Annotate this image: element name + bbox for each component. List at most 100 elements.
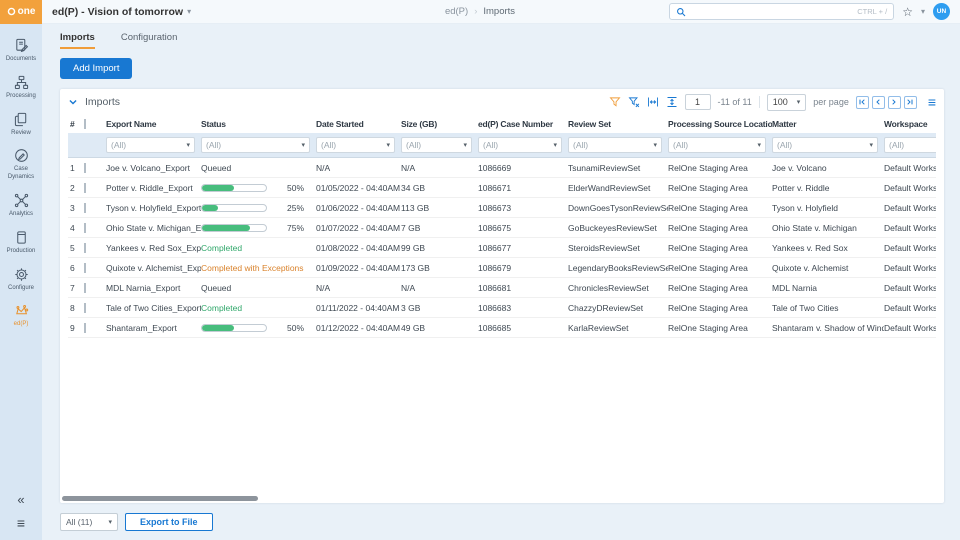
filter-value: (All) [889, 140, 905, 150]
row-checkbox[interactable] [84, 162, 86, 173]
row-checkbox[interactable] [84, 222, 86, 233]
cell-cb [84, 162, 106, 173]
cell-matter: Potter v. Riddle [772, 182, 830, 193]
filter-source[interactable]: (All) ▾ [668, 137, 766, 153]
first-page-button[interactable] [855, 95, 869, 109]
column-header-review-set[interactable]: Review Set [568, 119, 668, 129]
sidebar-item-review[interactable]: Review [0, 106, 42, 143]
cell-status: Completed with Exceptions [201, 263, 316, 273]
sidebar-item-case-dynamics[interactable]: Case Dynamics [0, 142, 42, 187]
sidebar-collapse-icon[interactable]: « [17, 493, 24, 506]
cell-case: 1086685 [478, 322, 512, 333]
page-number-input[interactable] [684, 94, 711, 110]
workspace-title-chevron-icon[interactable]: ▾ [187, 7, 191, 16]
fit-height-button[interactable] [666, 96, 678, 108]
breadcrumb: ed(P) › Imports [445, 6, 515, 17]
filter-matter[interactable]: (All) ▾ [772, 137, 878, 153]
panel-collapse-chevron-icon[interactable] [68, 97, 78, 107]
sidebar-item-analytics[interactable]: Analytics [0, 187, 42, 224]
sidebar-item-production[interactable]: Production [0, 224, 42, 261]
app-shell: Documents Processing Review Case Dynamics An… [0, 24, 960, 540]
global-search[interactable]: CTRL + / [669, 3, 895, 20]
favorites-star-icon[interactable]: ☆ [902, 6, 913, 18]
sidebar-item-documents[interactable]: Documents [0, 32, 42, 69]
sidebar-menu-icon[interactable]: ≡ [17, 516, 25, 530]
cell-status: 50% [201, 323, 316, 333]
status-text: Completed [201, 242, 243, 253]
sidebar-item-ed-p[interactable]: ed(P) [0, 297, 42, 334]
select-all-checkbox[interactable] [84, 119, 86, 129]
tab-configuration[interactable]: Configuration [121, 32, 178, 49]
column-header-ed-p-case-number[interactable]: ed(P) Case Number [478, 119, 568, 129]
column-header-export-name[interactable]: Export Name [106, 119, 201, 129]
clear-filter-icon [628, 97, 639, 108]
fit-width-button[interactable] [647, 96, 659, 108]
user-avatar[interactable]: UN [933, 3, 950, 20]
row-checkbox[interactable] [84, 262, 86, 273]
row-checkbox[interactable] [84, 202, 86, 213]
cell-case: 1086675 [478, 222, 512, 233]
cell-name: Tyson v. Holyfield_Export [106, 202, 201, 213]
column-header-processing-source-location[interactable]: Processing Source Location [668, 119, 772, 129]
export-to-file-button[interactable]: Export to File [125, 513, 213, 531]
filter-status[interactable]: (All) ▾ [201, 137, 310, 153]
clear-filter-button[interactable] [628, 96, 640, 108]
column-header-[interactable]: # [68, 119, 84, 129]
grid-menu-icon[interactable]: ≡ [928, 95, 936, 109]
column-header-matter[interactable]: Matter [772, 119, 884, 129]
cell-status: Queued [201, 163, 316, 173]
cell-case: 1086681 [478, 282, 512, 293]
toolbar-divider [758, 96, 760, 108]
row-checkbox[interactable] [84, 282, 86, 293]
table-header-row: # Export Name Status Date Started Size (GB) e… [68, 115, 936, 133]
sidebar-item-label: Review [11, 129, 31, 136]
page-size-select[interactable]: 100 ▾ [766, 93, 807, 111]
tab-imports[interactable]: Imports [60, 32, 95, 49]
cell-workspace: Default Workspace [884, 162, 936, 173]
column-header-size-gb[interactable]: Size (GB) [401, 119, 478, 129]
filter-cell-date-started: (All) ▾ [316, 137, 401, 153]
filter-review[interactable]: (All) ▾ [568, 137, 662, 153]
progress-bar [201, 203, 267, 212]
last-page-button[interactable] [903, 95, 917, 109]
mass-action-scope-select[interactable]: All (11) ▾ [60, 513, 118, 531]
next-page-button[interactable] [887, 95, 901, 109]
prev-page-button[interactable] [871, 95, 885, 109]
filter-size[interactable]: (All) ▾ [401, 137, 472, 153]
row-checkbox[interactable] [84, 302, 86, 313]
edp-icon [15, 305, 28, 315]
sidebar-item-processing[interactable]: Processing [0, 69, 42, 106]
page-size-chevron-icon: ▾ [796, 99, 801, 106]
favorites-chevron-icon[interactable]: ▾ [921, 7, 925, 16]
filter-chevron-icon: ▾ [757, 142, 761, 149]
cell-date: 01/08/2022 - 04:40AM [316, 242, 401, 253]
add-import-button[interactable]: Add Import [60, 58, 133, 79]
filter-case[interactable]: (All) ▾ [478, 137, 562, 153]
filter-chevron-icon: ▾ [463, 142, 467, 149]
cell-source: RelOne Staging Area [668, 222, 748, 233]
cell-date: N/A [316, 162, 331, 173]
column-header-workspace[interactable]: Workspace [884, 119, 936, 129]
filter-value: (All) [111, 140, 127, 150]
cell-name: Potter v. Riddle_Export [106, 182, 193, 193]
filter-button[interactable] [609, 96, 621, 108]
cell-num: 3 [70, 202, 75, 213]
row-checkbox[interactable] [84, 242, 86, 253]
row-checkbox[interactable] [84, 182, 86, 193]
filter-date[interactable]: (All) ▾ [316, 137, 395, 153]
sidebar-item-configure[interactable]: Configure [0, 261, 42, 298]
row-range-label: -11 of 11 [717, 97, 752, 107]
breadcrumb-app[interactable]: ed(P) [445, 6, 468, 17]
filter-name[interactable]: (All) ▾ [106, 137, 195, 153]
relativity-one-logo[interactable]: one [0, 0, 42, 24]
column-header-date-started[interactable]: Date Started [316, 119, 401, 129]
filter-workspace[interactable]: (All) [884, 137, 936, 153]
sidebar-item-label: Analytics [8, 210, 33, 217]
horizontal-scrollbar[interactable] [62, 496, 258, 501]
cell-cb [84, 202, 106, 213]
column-header-status[interactable]: Status [201, 119, 316, 129]
filter-cell-review-set: (All) ▾ [568, 137, 668, 153]
cell-date: 01/07/2022 - 04:40AM [316, 222, 401, 233]
filter-value: (All) [206, 140, 222, 150]
row-checkbox[interactable] [84, 322, 86, 333]
